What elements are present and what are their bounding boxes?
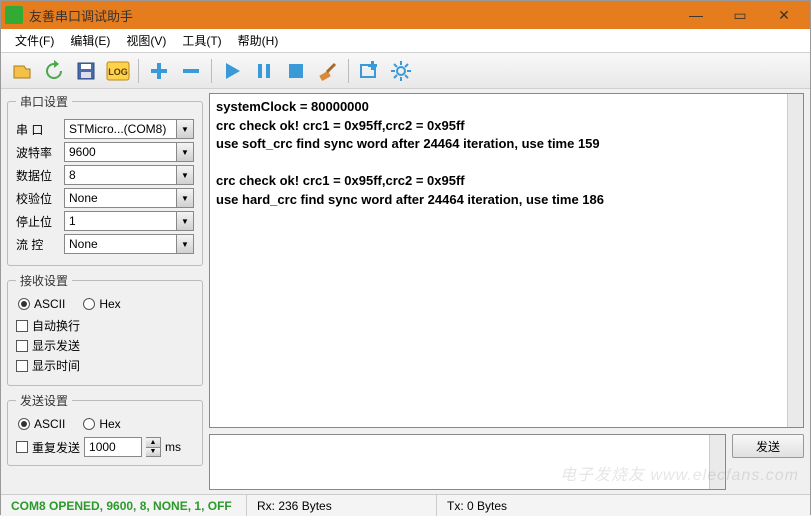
app-icon: [5, 6, 23, 24]
status-bar: COM8 OPENED, 9600, 8, NONE, 1, OFF Rx: 2…: [1, 494, 810, 516]
chevron-down-icon: ▼: [176, 235, 193, 253]
repeat-send-check[interactable]: 重复发送: [16, 439, 80, 456]
send-ascii-radio[interactable]: ASCII: [18, 417, 65, 431]
menu-file[interactable]: 文件(F): [7, 30, 62, 51]
close-button[interactable]: ✕: [762, 1, 806, 29]
save-icon[interactable]: [71, 56, 101, 86]
workspace: 串口设置 串 口 STMicro...(COM8) ▼ 波特率 9600 ▼ 数…: [1, 89, 810, 494]
send-textarea[interactable]: [209, 434, 726, 490]
svg-text:LOG: LOG: [108, 67, 128, 77]
maximize-button[interactable]: ▭: [718, 1, 762, 29]
chevron-down-icon: ▼: [176, 143, 193, 161]
menu-help[interactable]: 帮助(H): [230, 30, 287, 51]
chevron-down-icon: ▼: [176, 189, 193, 207]
send-settings-group: 发送设置 ASCII Hex 重复发送 1000 ▲▼ ms: [7, 392, 203, 466]
menu-tools[interactable]: 工具(T): [174, 30, 229, 51]
parity-combo[interactable]: None ▼: [64, 188, 194, 208]
chevron-down-icon: ▼: [176, 166, 193, 184]
show-time-check[interactable]: 显示时间: [16, 357, 194, 374]
toolbar: LOG: [1, 53, 810, 89]
show-send-check[interactable]: 显示发送: [16, 337, 194, 354]
title-bar: 友善串口调试助手 — ▭ ✕: [1, 1, 810, 29]
toolbar-separator: [348, 59, 349, 83]
spin-down-icon[interactable]: ▼: [146, 448, 160, 457]
stop-icon[interactable]: [281, 56, 311, 86]
output-scrollbar[interactable]: [787, 94, 803, 427]
baud-label: 波特率: [16, 144, 60, 161]
databits-combo[interactable]: 8 ▼: [64, 165, 194, 185]
clear-icon[interactable]: [313, 56, 343, 86]
window-title: 友善串口调试助手: [29, 6, 674, 25]
interval-spinner[interactable]: ▲▼: [146, 437, 161, 457]
databits-label: 数据位: [16, 167, 60, 184]
port-label: 串 口: [16, 121, 60, 138]
send-hex-radio[interactable]: Hex: [83, 417, 120, 431]
pause-icon[interactable]: [249, 56, 279, 86]
stopbits-combo[interactable]: 1 ▼: [64, 211, 194, 231]
recv-ascii-radio[interactable]: ASCII: [18, 297, 65, 311]
sidebar: 串口设置 串 口 STMicro...(COM8) ▼ 波特率 9600 ▼ 数…: [1, 89, 209, 494]
main-panel: systemClock = 80000000 crc check ok! crc…: [209, 89, 810, 494]
serial-settings-legend: 串口设置: [16, 93, 72, 110]
baud-combo[interactable]: 9600 ▼: [64, 142, 194, 162]
remove-icon[interactable]: [176, 56, 206, 86]
add-icon[interactable]: [144, 56, 174, 86]
send-scrollbar[interactable]: [709, 435, 725, 489]
toolbar-separator: [138, 59, 139, 83]
auto-wrap-check[interactable]: 自动换行: [16, 317, 194, 334]
minimize-button[interactable]: —: [674, 1, 718, 29]
new-window-icon[interactable]: [354, 56, 384, 86]
serial-settings-group: 串口设置 串 口 STMicro...(COM8) ▼ 波特率 9600 ▼ 数…: [7, 93, 203, 266]
interval-unit: ms: [165, 440, 181, 454]
refresh-icon[interactable]: [39, 56, 69, 86]
interval-input[interactable]: 1000: [84, 437, 142, 457]
output-textarea[interactable]: systemClock = 80000000 crc check ok! crc…: [209, 93, 804, 428]
send-button[interactable]: 发送: [732, 434, 804, 458]
flow-label: 流 控: [16, 236, 60, 253]
stopbits-label: 停止位: [16, 213, 60, 230]
log-icon[interactable]: LOG: [103, 56, 133, 86]
port-combo[interactable]: STMicro...(COM8) ▼: [64, 119, 194, 139]
status-tx: Tx: 0 Bytes: [437, 495, 810, 516]
spin-up-icon[interactable]: ▲: [146, 438, 160, 448]
toolbar-separator: [211, 59, 212, 83]
menu-view[interactable]: 视图(V): [118, 30, 174, 51]
recv-settings-group: 接收设置 ASCII Hex 自动换行 显示发送 显示时间: [7, 272, 203, 386]
recv-hex-radio[interactable]: Hex: [83, 297, 120, 311]
status-rx: Rx: 236 Bytes: [247, 495, 437, 516]
status-connection: COM8 OPENED, 9600, 8, NONE, 1, OFF: [1, 495, 247, 516]
send-settings-legend: 发送设置: [16, 392, 72, 409]
chevron-down-icon: ▼: [176, 212, 193, 230]
recv-settings-legend: 接收设置: [16, 272, 72, 289]
flow-combo[interactable]: None ▼: [64, 234, 194, 254]
play-icon[interactable]: [217, 56, 247, 86]
menu-bar: 文件(F) 编辑(E) 视图(V) 工具(T) 帮助(H): [1, 29, 810, 53]
parity-label: 校验位: [16, 190, 60, 207]
chevron-down-icon: ▼: [176, 120, 193, 138]
menu-edit[interactable]: 编辑(E): [62, 30, 118, 51]
settings-icon[interactable]: [386, 56, 416, 86]
open-icon[interactable]: [7, 56, 37, 86]
